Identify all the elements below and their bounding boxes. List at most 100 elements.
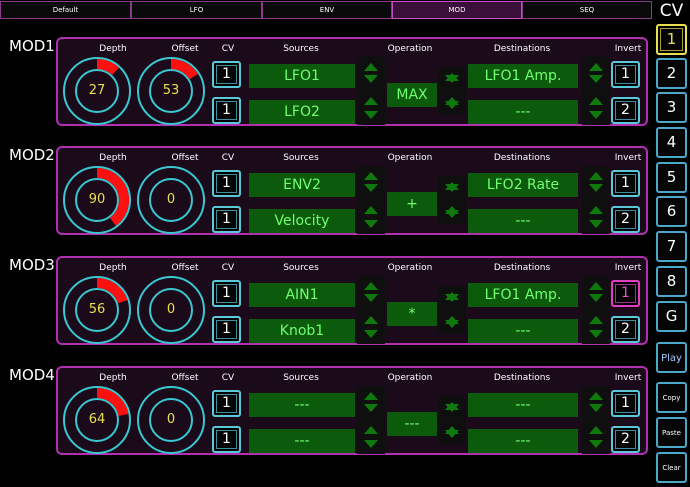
arrow-up-icon[interactable]: [364, 172, 378, 180]
arrow-up-icon[interactable]: [364, 63, 378, 71]
cv-button-2[interactable]: 1: [212, 206, 241, 233]
arrow-up-icon[interactable]: [589, 172, 603, 180]
arrow-up-icon[interactable]: [589, 316, 603, 324]
arrow-up-icon[interactable]: [364, 426, 378, 434]
operation-field[interactable]: +: [387, 192, 437, 216]
sidebar-button-4[interactable]: 4: [656, 127, 687, 158]
sidebar-button-paste[interactable]: Paste: [656, 417, 687, 448]
offset-knob[interactable]: 0: [136, 275, 206, 345]
destination-field-1[interactable]: LFO1 Amp.: [468, 283, 578, 307]
invert-button-1[interactable]: 1: [611, 390, 640, 417]
arrow-down-icon[interactable]: [445, 404, 459, 412]
arrow-up-icon[interactable]: [364, 392, 378, 400]
cv-button-1[interactable]: 1: [212, 390, 241, 417]
depth-knob[interactable]: 90: [62, 165, 132, 235]
sidebar-button-g[interactable]: G: [656, 301, 687, 332]
arrow-up-icon[interactable]: [364, 97, 378, 105]
arrow-down-icon[interactable]: [589, 294, 603, 302]
tab-lfo[interactable]: LFO: [131, 1, 262, 19]
arrow-down-icon[interactable]: [364, 294, 378, 302]
tab-mod[interactable]: MOD: [392, 1, 522, 19]
operation-field[interactable]: *: [387, 302, 437, 326]
source-field-2[interactable]: ---: [249, 429, 355, 453]
arrow-up-icon[interactable]: [364, 316, 378, 324]
arrow-up-icon[interactable]: [589, 206, 603, 214]
invert-button-2[interactable]: 2: [611, 206, 640, 233]
arrow-down-icon[interactable]: [589, 330, 603, 338]
offset-knob[interactable]: 0: [136, 165, 206, 235]
invert-button-1[interactable]: 1: [611, 61, 640, 88]
arrow-up-icon[interactable]: [589, 282, 603, 290]
arrow-up-icon[interactable]: [364, 282, 378, 290]
source-field-1[interactable]: ---: [249, 393, 355, 417]
tab-default[interactable]: Default: [0, 1, 131, 19]
arrow-up-icon[interactable]: [589, 392, 603, 400]
cv-button-1[interactable]: 1: [212, 170, 241, 197]
arrow-down-icon[interactable]: [589, 111, 603, 119]
destination-field-2[interactable]: ---: [468, 319, 578, 343]
arrow-down-icon[interactable]: [364, 111, 378, 119]
depth-knob[interactable]: 56: [62, 275, 132, 345]
sidebar-button-6[interactable]: 6: [656, 196, 687, 227]
sidebar-button-7[interactable]: 7: [656, 231, 687, 262]
arrow-down-icon[interactable]: [445, 320, 459, 328]
arrow-down-icon[interactable]: [589, 220, 603, 228]
source-field-2[interactable]: Velocity: [249, 209, 355, 233]
invert-button-2[interactable]: 2: [611, 426, 640, 453]
arrow-up-icon[interactable]: [589, 63, 603, 71]
sidebar-button-8[interactable]: 8: [656, 266, 687, 297]
destination-field-1[interactable]: LFO1 Amp.: [468, 64, 578, 88]
arrow-down-icon[interactable]: [364, 440, 378, 448]
operation-field[interactable]: MAX: [387, 83, 437, 107]
source-field-1[interactable]: LFO1: [249, 64, 355, 88]
sidebar-button-5[interactable]: 5: [656, 162, 687, 193]
cv-button-2[interactable]: 1: [212, 316, 241, 343]
depth-knob[interactable]: 64: [62, 385, 132, 455]
cv-button-2[interactable]: 1: [212, 426, 241, 453]
source-field-1[interactable]: AIN1: [249, 283, 355, 307]
offset-knob[interactable]: 53: [136, 56, 206, 126]
destination-field-1[interactable]: ---: [468, 393, 578, 417]
arrow-down-icon[interactable]: [445, 184, 459, 192]
invert-button-2[interactable]: 2: [611, 316, 640, 343]
destination-field-1[interactable]: LFO2 Rate: [468, 173, 578, 197]
arrow-down-icon[interactable]: [364, 220, 378, 228]
arrow-down-icon[interactable]: [445, 210, 459, 218]
cv-button-2[interactable]: 1: [212, 97, 241, 124]
arrow-down-icon[interactable]: [364, 404, 378, 412]
sidebar-button-3[interactable]: 3: [656, 92, 687, 123]
sidebar-button-1[interactable]: 1: [656, 24, 687, 55]
depth-knob[interactable]: 27: [62, 56, 132, 126]
cv-button-1[interactable]: 1: [212, 280, 241, 307]
sidebar-button-2[interactable]: 2: [656, 58, 687, 89]
invert-button-1[interactable]: 1: [611, 170, 640, 197]
destination-field-2[interactable]: ---: [468, 100, 578, 124]
arrow-down-icon[interactable]: [445, 75, 459, 83]
arrow-down-icon[interactable]: [364, 330, 378, 338]
sidebar-button-clear[interactable]: Clear: [656, 452, 687, 483]
arrow-down-icon[interactable]: [364, 75, 378, 83]
arrow-down-icon[interactable]: [589, 75, 603, 83]
source-field-2[interactable]: LFO2: [249, 100, 355, 124]
arrow-down-icon[interactable]: [589, 440, 603, 448]
source-field-1[interactable]: ENV2: [249, 173, 355, 197]
invert-button-2[interactable]: 2: [611, 97, 640, 124]
arrow-down-icon[interactable]: [445, 430, 459, 438]
arrow-up-icon[interactable]: [589, 426, 603, 434]
tab-env[interactable]: ENV: [262, 1, 392, 19]
operation-field[interactable]: ---: [387, 412, 437, 436]
cv-button-1[interactable]: 1: [212, 61, 241, 88]
offset-knob[interactable]: 0: [136, 385, 206, 455]
arrow-down-icon[interactable]: [445, 294, 459, 302]
destination-field-2[interactable]: ---: [468, 209, 578, 233]
arrow-down-icon[interactable]: [364, 184, 378, 192]
arrow-up-icon[interactable]: [364, 206, 378, 214]
tab-seq[interactable]: SEQ: [522, 1, 652, 19]
destination-field-2[interactable]: ---: [468, 429, 578, 453]
source-field-2[interactable]: Knob1: [249, 319, 355, 343]
arrow-up-icon[interactable]: [589, 97, 603, 105]
arrow-down-icon[interactable]: [445, 101, 459, 109]
invert-button-1[interactable]: 1: [611, 280, 640, 307]
sidebar-button-play[interactable]: Play: [656, 342, 687, 373]
arrow-down-icon[interactable]: [589, 404, 603, 412]
